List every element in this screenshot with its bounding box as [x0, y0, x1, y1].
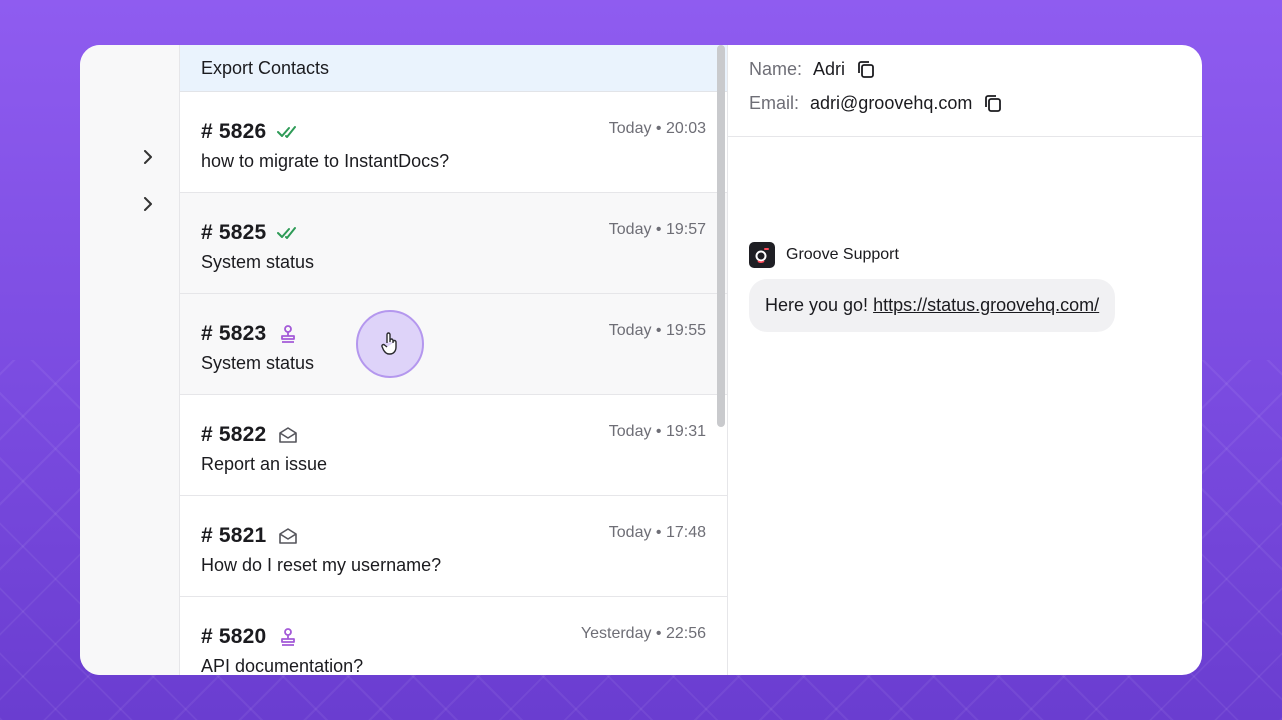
opened-envelope-icon [277, 424, 299, 446]
ticket-time: Today • 17:48 [608, 524, 706, 541]
double-check-icon [277, 121, 299, 143]
ticket-subject: how to migrate to InstantDocs? [201, 151, 450, 171]
app-window: Export Contacts # 5826 Today • 20:03 how… [80, 45, 1202, 675]
ticket-time: Today • 19:57 [608, 221, 706, 238]
ticket-row[interactable]: # 5821 Today • 17:48 How do I reset my u… [180, 496, 727, 597]
ticket-number: # 5826 [201, 120, 267, 143]
ticket-row[interactable]: # 5823 Today • 19:55 System status [180, 294, 727, 395]
ticket-list: Export Contacts # 5826 Today • 20:03 how… [180, 45, 728, 675]
ticket-subject: API documentation? [201, 656, 364, 675]
ticket-number: # 5822 [201, 423, 267, 446]
email-label: Email: [749, 92, 800, 113]
cursor-highlight [356, 310, 424, 378]
ticket-time: Today • 19:31 [608, 423, 706, 440]
ticket-row[interactable]: # 5825 Today • 19:57 System status [180, 193, 727, 294]
message-sender: Groove Support [749, 242, 899, 268]
ticket-time: Today • 19:55 [608, 322, 706, 339]
chevron-right-icon[interactable] [138, 147, 158, 167]
export-contacts-item[interactable]: Export Contacts [180, 45, 727, 92]
message-link[interactable]: https://status.groovehq.com/ [873, 295, 1099, 316]
sender-name: Groove Support [786, 246, 899, 263]
list-scrollbar[interactable] [717, 45, 725, 427]
name-value: Adri [813, 58, 846, 79]
ticket-subject: Report an issue [201, 454, 328, 474]
chevron-right-icon[interactable] [138, 194, 158, 214]
contact-card: Name: Adri Email: adri@groovehq.com [728, 45, 1202, 137]
email-value: adri@groovehq.com [810, 92, 973, 113]
copy-icon[interactable] [855, 58, 877, 80]
ticket-row[interactable]: # 5822 Today • 19:31 Report an issue [180, 395, 727, 496]
copy-icon[interactable] [982, 92, 1004, 114]
ticket-time: Yesterday • 22:56 [580, 625, 706, 642]
ticket-number: # 5820 [201, 625, 267, 648]
hand-pointer-icon [381, 332, 397, 355]
ticket-number: # 5821 [201, 524, 267, 547]
message-text: Here you go! [765, 295, 869, 315]
ticket-subject: How do I reset my username? [201, 555, 442, 575]
ticket-number: # 5825 [201, 221, 267, 244]
ticket-subject: System status [201, 252, 315, 272]
double-check-icon [277, 222, 299, 244]
opened-envelope-icon [277, 525, 299, 547]
left-rail [80, 45, 180, 675]
assigned-stamp-icon [277, 323, 299, 345]
ticket-number: # 5823 [201, 322, 267, 345]
ticket-detail: Name: Adri Email: adri@groovehq.com Groo… [728, 45, 1202, 675]
message-bubble: Here you go! https://status.groovehq.com… [749, 279, 1116, 332]
ticket-row[interactable]: # 5826 Today • 20:03 how to migrate to I… [180, 92, 727, 193]
assigned-stamp-icon [277, 626, 299, 648]
groove-logo-icon [749, 242, 775, 268]
ticket-time: Today • 20:03 [608, 120, 706, 137]
ticket-subject: System status [201, 353, 315, 373]
ticket-row[interactable]: # 5820 Yesterday • 22:56 API documentati… [180, 597, 727, 675]
name-label: Name: [749, 58, 803, 79]
